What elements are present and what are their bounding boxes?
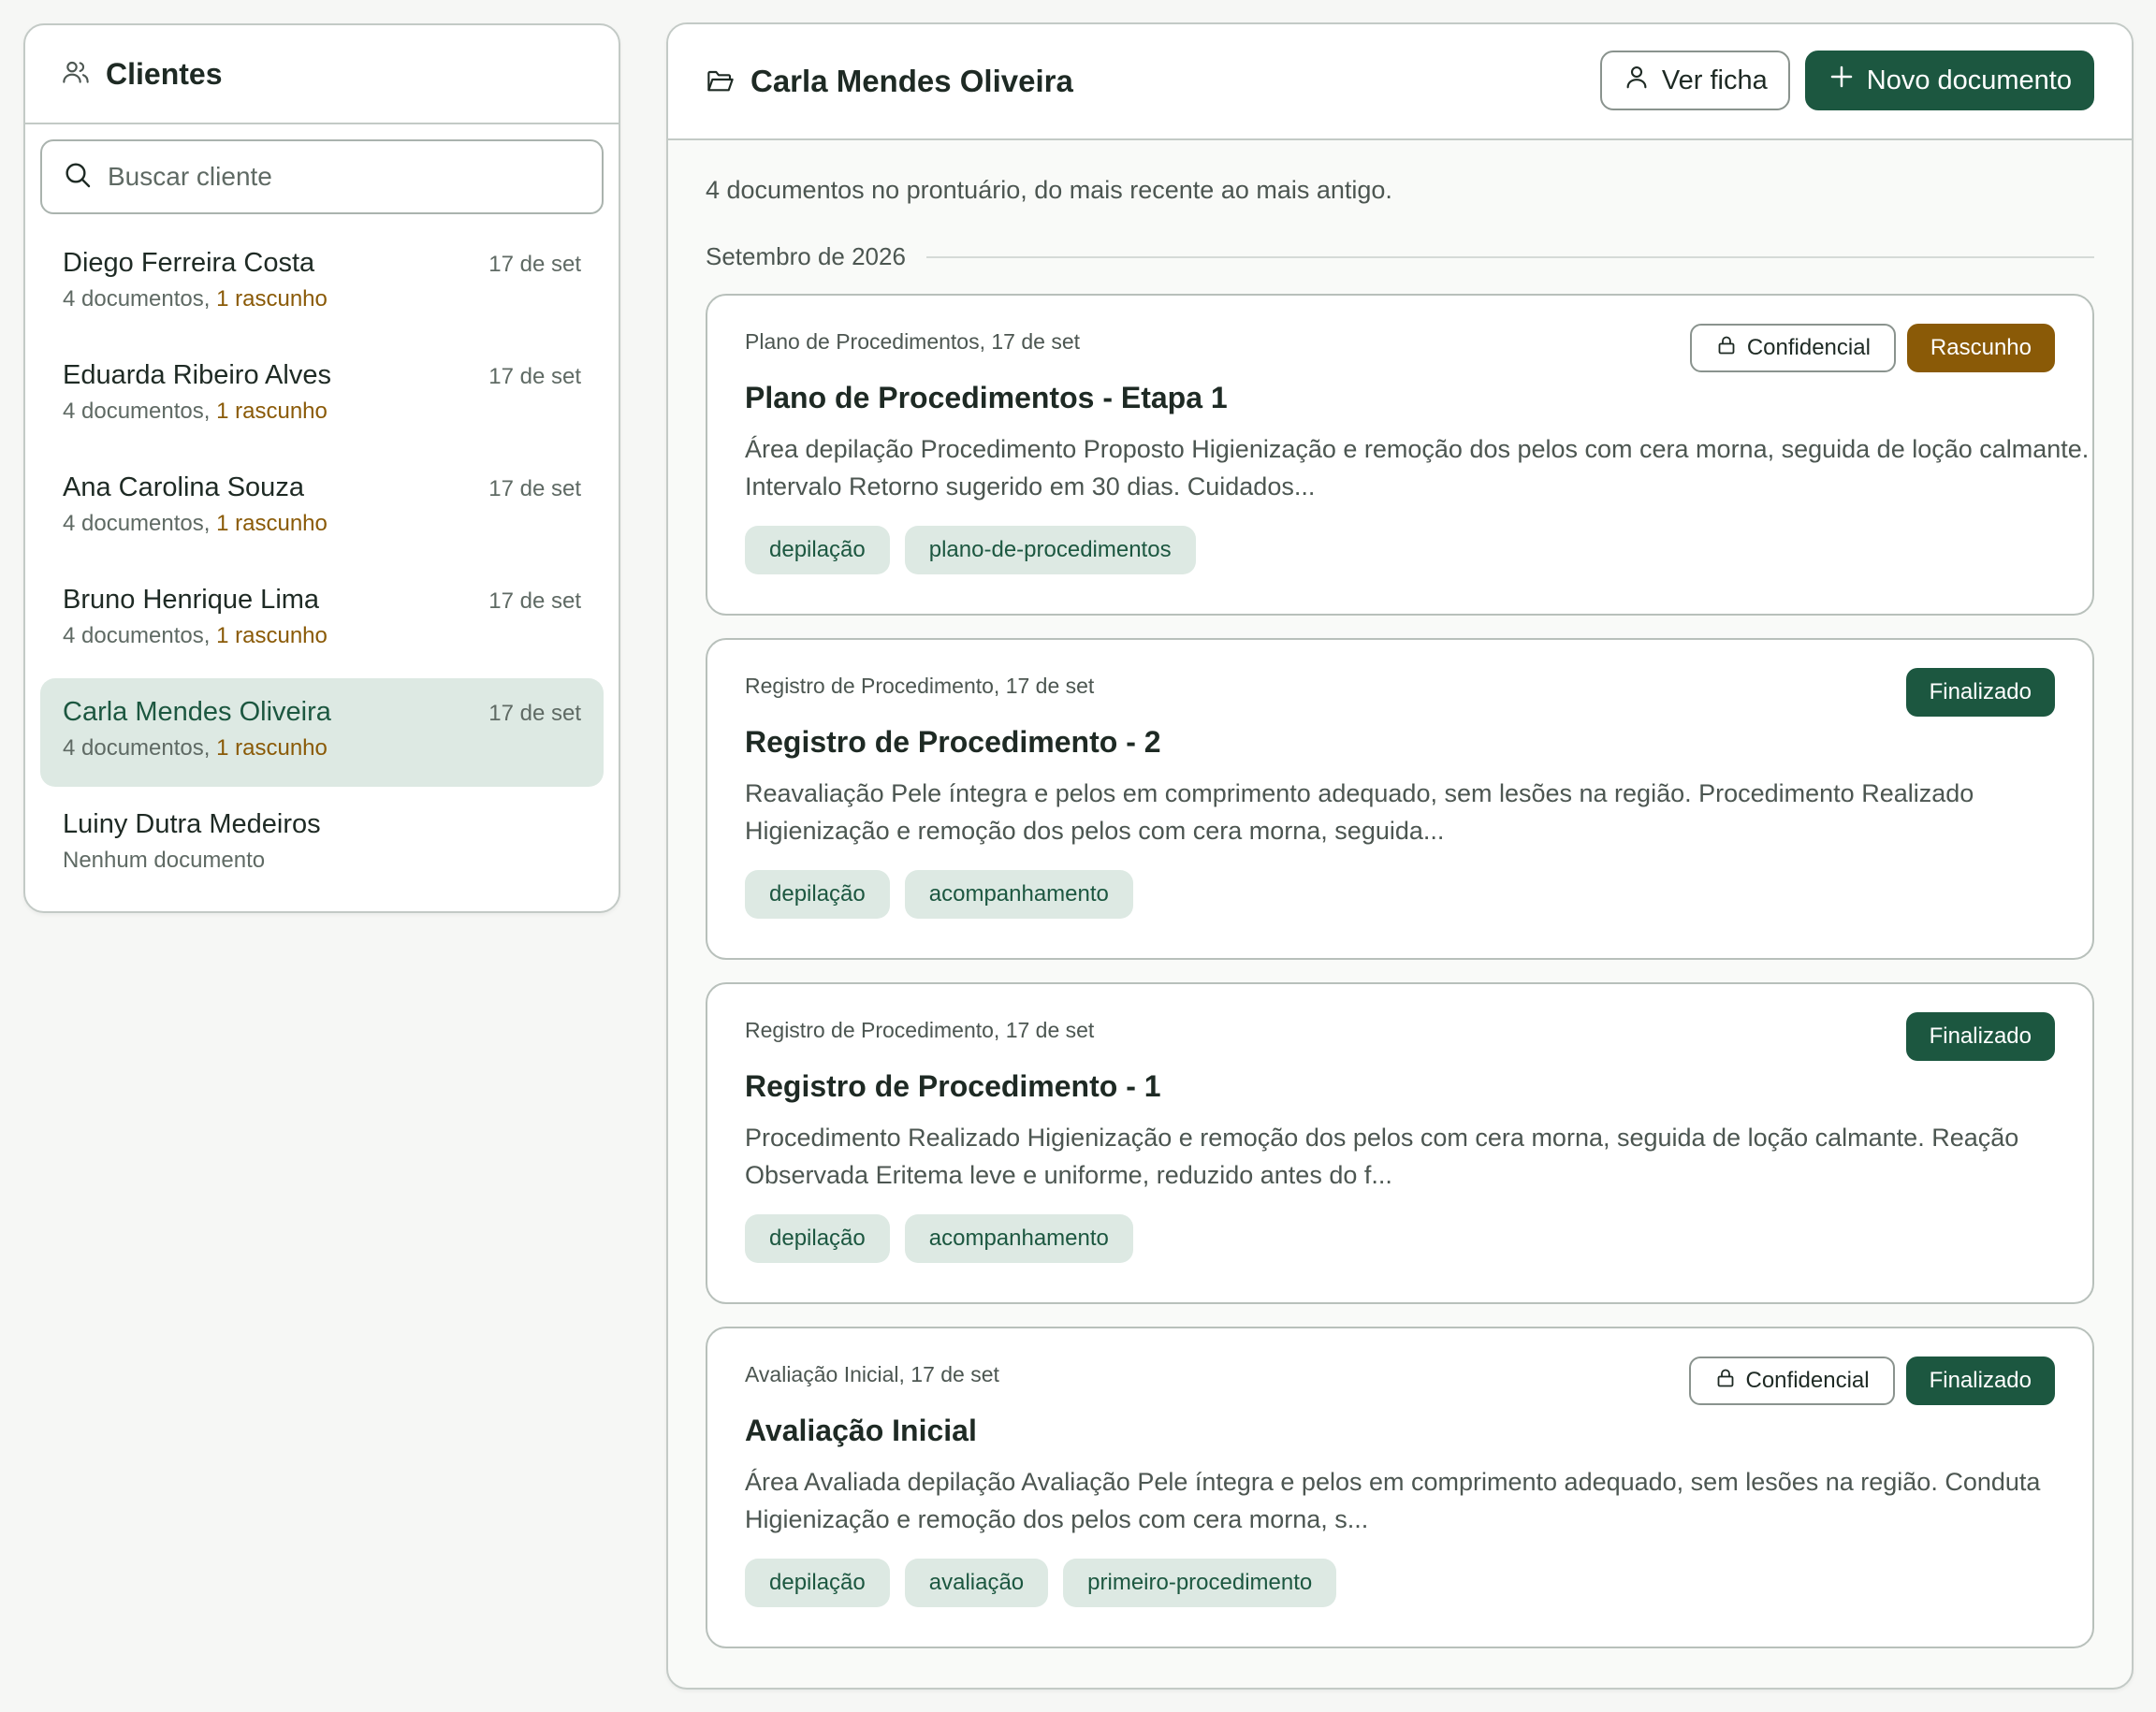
clients-sidebar: Clientes Diego Ferreira Costa 17 de set … bbox=[23, 23, 620, 913]
record-title: Carla Mendes Oliveira bbox=[750, 64, 1073, 98]
document-tags: depilação plano-de-procedimentos bbox=[745, 526, 2055, 574]
document-meta: Registro de Procedimento, 17 de set bbox=[745, 674, 1095, 698]
confidential-label: Confidencial bbox=[1745, 1368, 1870, 1393]
view-profile-button[interactable]: Ver ficha bbox=[1599, 51, 1790, 110]
status-badge-draft: Rascunho bbox=[1906, 324, 2055, 372]
document-card-registro-1[interactable]: Registro de Procedimento, 17 de set Fina… bbox=[706, 982, 2094, 1304]
client-doc-count: Nenhum documento bbox=[63, 848, 266, 873]
document-excerpt: Procedimento Realizado Higienização e re… bbox=[745, 1124, 2019, 1189]
client-name: Luiny Dutra Medeiros bbox=[63, 809, 321, 839]
lock-icon bbox=[1714, 1367, 1737, 1396]
client-item-carla-mendes-oliveira[interactable]: Carla Mendes Oliveira 17 de set 4 docume… bbox=[40, 678, 604, 787]
tag-chip[interactable]: avaliação bbox=[904, 1559, 1049, 1607]
lock-icon bbox=[1715, 334, 1738, 363]
client-doc-total: 4 documentos, bbox=[63, 399, 211, 424]
client-draft-count: 1 rascunho bbox=[216, 623, 328, 648]
confidential-badge: Confidencial bbox=[1688, 1357, 1895, 1405]
document-tags: depilação acompanhamento bbox=[745, 870, 2055, 919]
new-document-label: Novo documento bbox=[1866, 65, 2072, 95]
document-title: Avaliação Inicial bbox=[745, 1414, 977, 1447]
client-item-diego-ferreira-costa[interactable]: Diego Ferreira Costa 17 de set 4 documen… bbox=[40, 229, 604, 338]
header-actions: Ver ficha Novo documento bbox=[1599, 51, 2094, 110]
document-list: Plano de Procedimentos, 17 de set Confid… bbox=[706, 294, 2094, 1648]
client-doc-count: 4 documentos, 1 rascunho bbox=[63, 399, 581, 425]
status-badge-finalized: Finalizado bbox=[1905, 668, 2055, 717]
document-tags: depilação avaliação primeiro-procediment… bbox=[745, 1559, 2055, 1607]
view-profile-label: Ver ficha bbox=[1661, 65, 1768, 95]
client-doc-total: 4 documentos, bbox=[63, 511, 211, 536]
document-card-avaliacao-inicial[interactable]: Avaliação Inicial, 17 de set Confidencia… bbox=[706, 1327, 2094, 1648]
client-draft-count: 1 rascunho bbox=[216, 511, 328, 536]
document-badges: Confidencial Rascunho bbox=[1689, 324, 2055, 372]
new-document-button[interactable]: Novo documento bbox=[1804, 51, 2094, 110]
document-excerpt: Área Avaliada depilação Avaliação Pele í… bbox=[745, 1468, 2041, 1533]
client-doc-total: 4 documentos, bbox=[63, 735, 211, 761]
client-date: 17 de set bbox=[488, 476, 581, 501]
document-badges: Finalizado bbox=[1905, 668, 2055, 717]
user-icon bbox=[1623, 63, 1651, 98]
document-title: Registro de Procedimento - 2 bbox=[745, 725, 1161, 759]
client-list: Diego Ferreira Costa 17 de set 4 documen… bbox=[25, 229, 619, 899]
tag-chip[interactable]: primeiro-procedimento bbox=[1063, 1559, 1337, 1607]
record-header: Carla Mendes Oliveira Ver ficha Novo doc… bbox=[668, 24, 2132, 140]
divider-line bbox=[925, 255, 2094, 258]
client-date: 17 de set bbox=[488, 588, 581, 614]
document-tags: depilação acompanhamento bbox=[745, 1214, 2055, 1263]
search-icon bbox=[63, 160, 93, 195]
sidebar-header: Clientes bbox=[25, 25, 619, 124]
client-doc-total: 4 documentos, bbox=[63, 286, 211, 312]
users-icon bbox=[61, 57, 91, 92]
record-body: 4 documentos no prontuário, do mais rece… bbox=[668, 140, 2132, 1648]
client-date: 17 de set bbox=[488, 364, 581, 389]
client-draft-count: 1 rascunho bbox=[216, 286, 328, 312]
tag-chip[interactable]: acompanhamento bbox=[904, 1214, 1133, 1263]
client-item-eduarda-ribeiro-alves[interactable]: Eduarda Ribeiro Alves 17 de set 4 docume… bbox=[40, 341, 604, 450]
client-doc-count: 4 documentos, 1 rascunho bbox=[63, 623, 581, 649]
document-excerpt: Área depilação Procedimento Proposto Hig… bbox=[745, 435, 2090, 501]
status-badge-finalized: Finalizado bbox=[1905, 1012, 2055, 1061]
document-card-registro-2[interactable]: Registro de Procedimento, 17 de set Fina… bbox=[706, 638, 2094, 960]
folder-open-icon bbox=[706, 66, 736, 96]
record-summary: 4 documentos no prontuário, do mais rece… bbox=[706, 176, 1392, 204]
client-record-panel: Carla Mendes Oliveira Ver ficha Novo doc… bbox=[666, 22, 2134, 1690]
month-divider: Setembro de 2026 bbox=[706, 242, 2094, 271]
client-item-ana-carolina-souza[interactable]: Ana Carolina Souza 17 de set 4 documento… bbox=[40, 454, 604, 562]
search-input[interactable] bbox=[108, 162, 575, 192]
plus-icon bbox=[1828, 63, 1856, 98]
client-doc-total: 4 documentos, bbox=[63, 623, 211, 648]
client-doc-count: 4 documentos, 1 rascunho bbox=[63, 511, 581, 537]
document-badges: Finalizado bbox=[1905, 1012, 2055, 1061]
client-item-luiny-dutra-medeiros[interactable]: Luiny Dutra Medeiros Nenhum documento bbox=[40, 791, 604, 899]
confidential-badge: Confidencial bbox=[1689, 324, 1896, 372]
app-root: Clientes Diego Ferreira Costa 17 de set … bbox=[0, 0, 2156, 1712]
document-title: Registro de Procedimento - 1 bbox=[745, 1069, 1161, 1103]
document-excerpt: Reavaliação Pele íntegra e pelos em comp… bbox=[745, 779, 1974, 845]
client-doc-count: 4 documentos, 1 rascunho bbox=[63, 286, 581, 312]
client-date: 17 de set bbox=[488, 701, 581, 726]
tag-chip[interactable]: depilação bbox=[745, 526, 890, 574]
client-doc-count: 4 documentos, 1 rascunho bbox=[63, 735, 581, 762]
document-card-plano-etapa-1[interactable]: Plano de Procedimentos, 17 de set Confid… bbox=[706, 294, 2094, 616]
tag-chip[interactable]: acompanhamento bbox=[904, 870, 1133, 919]
tag-chip[interactable]: depilação bbox=[745, 1559, 890, 1607]
month-label: Setembro de 2026 bbox=[706, 242, 906, 270]
document-badges: Confidencial Finalizado bbox=[1688, 1357, 2055, 1405]
confidential-label: Confidencial bbox=[1746, 335, 1871, 360]
tag-chip[interactable]: depilação bbox=[745, 1214, 890, 1263]
search-box[interactable] bbox=[40, 139, 604, 214]
client-draft-count: 1 rascunho bbox=[216, 735, 328, 761]
tag-chip[interactable]: depilação bbox=[745, 870, 890, 919]
tag-chip[interactable]: plano-de-procedimentos bbox=[904, 526, 1196, 574]
sidebar-title: Clientes bbox=[106, 56, 223, 91]
client-draft-count: 1 rascunho bbox=[216, 399, 328, 424]
client-date: 17 de set bbox=[488, 252, 581, 277]
client-item-bruno-henrique-lima[interactable]: Bruno Henrique Lima 17 de set 4 document… bbox=[40, 566, 604, 675]
document-title: Plano de Procedimentos - Etapa 1 bbox=[745, 381, 1228, 414]
document-meta: Registro de Procedimento, 17 de set bbox=[745, 1018, 1095, 1042]
status-badge-finalized: Finalizado bbox=[1905, 1357, 2055, 1405]
